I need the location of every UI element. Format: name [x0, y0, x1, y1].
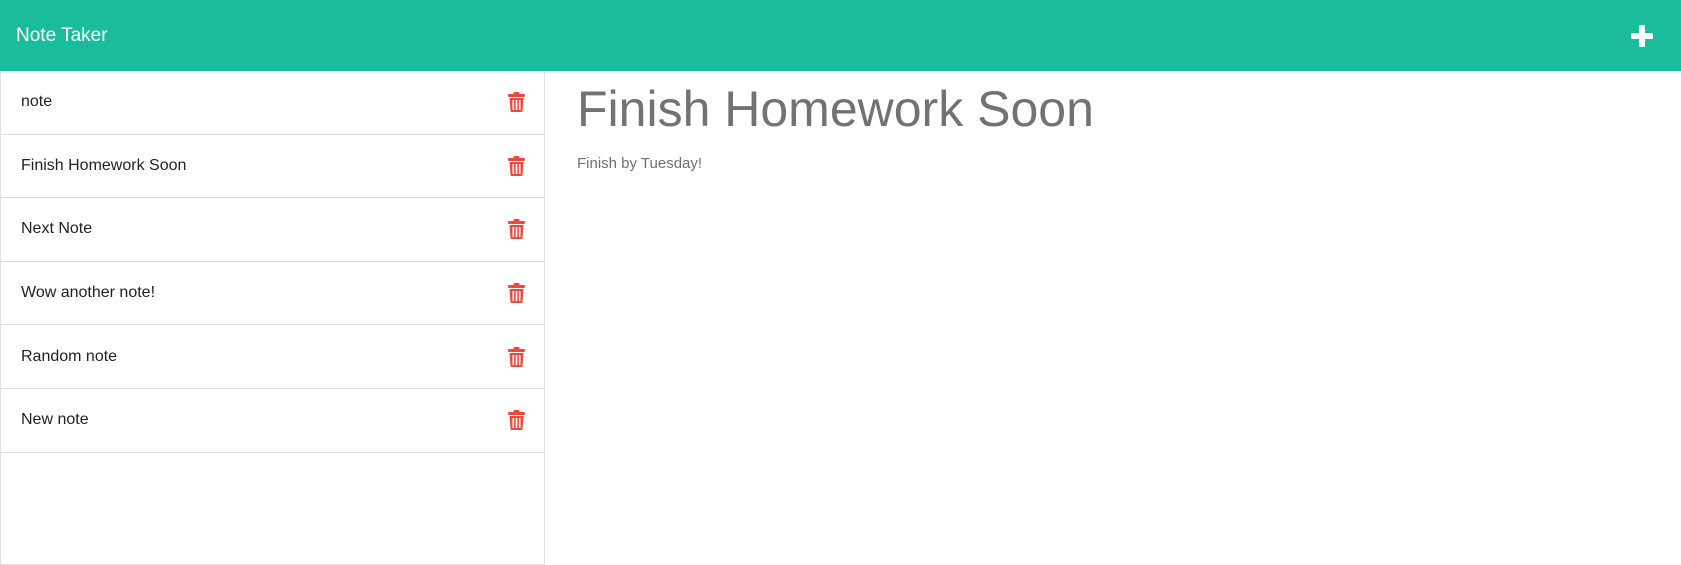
list-item[interactable]: New note [1, 389, 544, 453]
note-view: Finish Homework Soon Finish by Tuesday! [545, 71, 1681, 565]
trash-icon [507, 346, 525, 367]
note-title[interactable]: Finish Homework Soon [577, 79, 1649, 139]
trash-icon [507, 92, 525, 113]
list-item[interactable]: Next Note [1, 198, 544, 262]
navbar: Note Taker [0, 0, 1681, 71]
trash-icon [507, 283, 525, 304]
list-item[interactable]: note [1, 71, 544, 135]
delete-note-button[interactable] [506, 91, 526, 113]
trash-icon [507, 155, 525, 176]
note-list-title: New note [21, 411, 89, 429]
delete-note-button[interactable] [506, 346, 526, 368]
trash-icon [507, 410, 525, 431]
list-item[interactable]: Finish Homework Soon [1, 135, 544, 199]
note-list-title: note [21, 93, 53, 111]
note-list: note Finish Homework Soon Next Note Wow ano… [1, 71, 544, 453]
plus-icon [1631, 24, 1653, 47]
list-item[interactable]: Random note [1, 325, 544, 389]
note-list-title: Wow another note! [21, 284, 156, 302]
note-text[interactable]: Finish by Tuesday! [577, 155, 1649, 172]
delete-note-button[interactable] [506, 282, 526, 304]
note-list-title: Finish Homework Soon [21, 156, 187, 174]
note-sidebar: note Finish Homework Soon Next Note Wow ano… [0, 71, 545, 565]
content-area: note Finish Homework Soon Next Note Wow ano… [0, 71, 1681, 565]
note-list-title: Next Note [21, 220, 93, 238]
delete-note-button[interactable] [506, 409, 526, 431]
delete-note-button[interactable] [506, 155, 526, 177]
delete-note-button[interactable] [506, 218, 526, 240]
note-list-title: Random note [21, 347, 118, 365]
list-item[interactable]: Wow another note! [1, 262, 544, 326]
new-note-button[interactable] [1625, 19, 1659, 53]
brand-link[interactable]: Note Taker [16, 25, 108, 47]
trash-icon [507, 219, 525, 240]
